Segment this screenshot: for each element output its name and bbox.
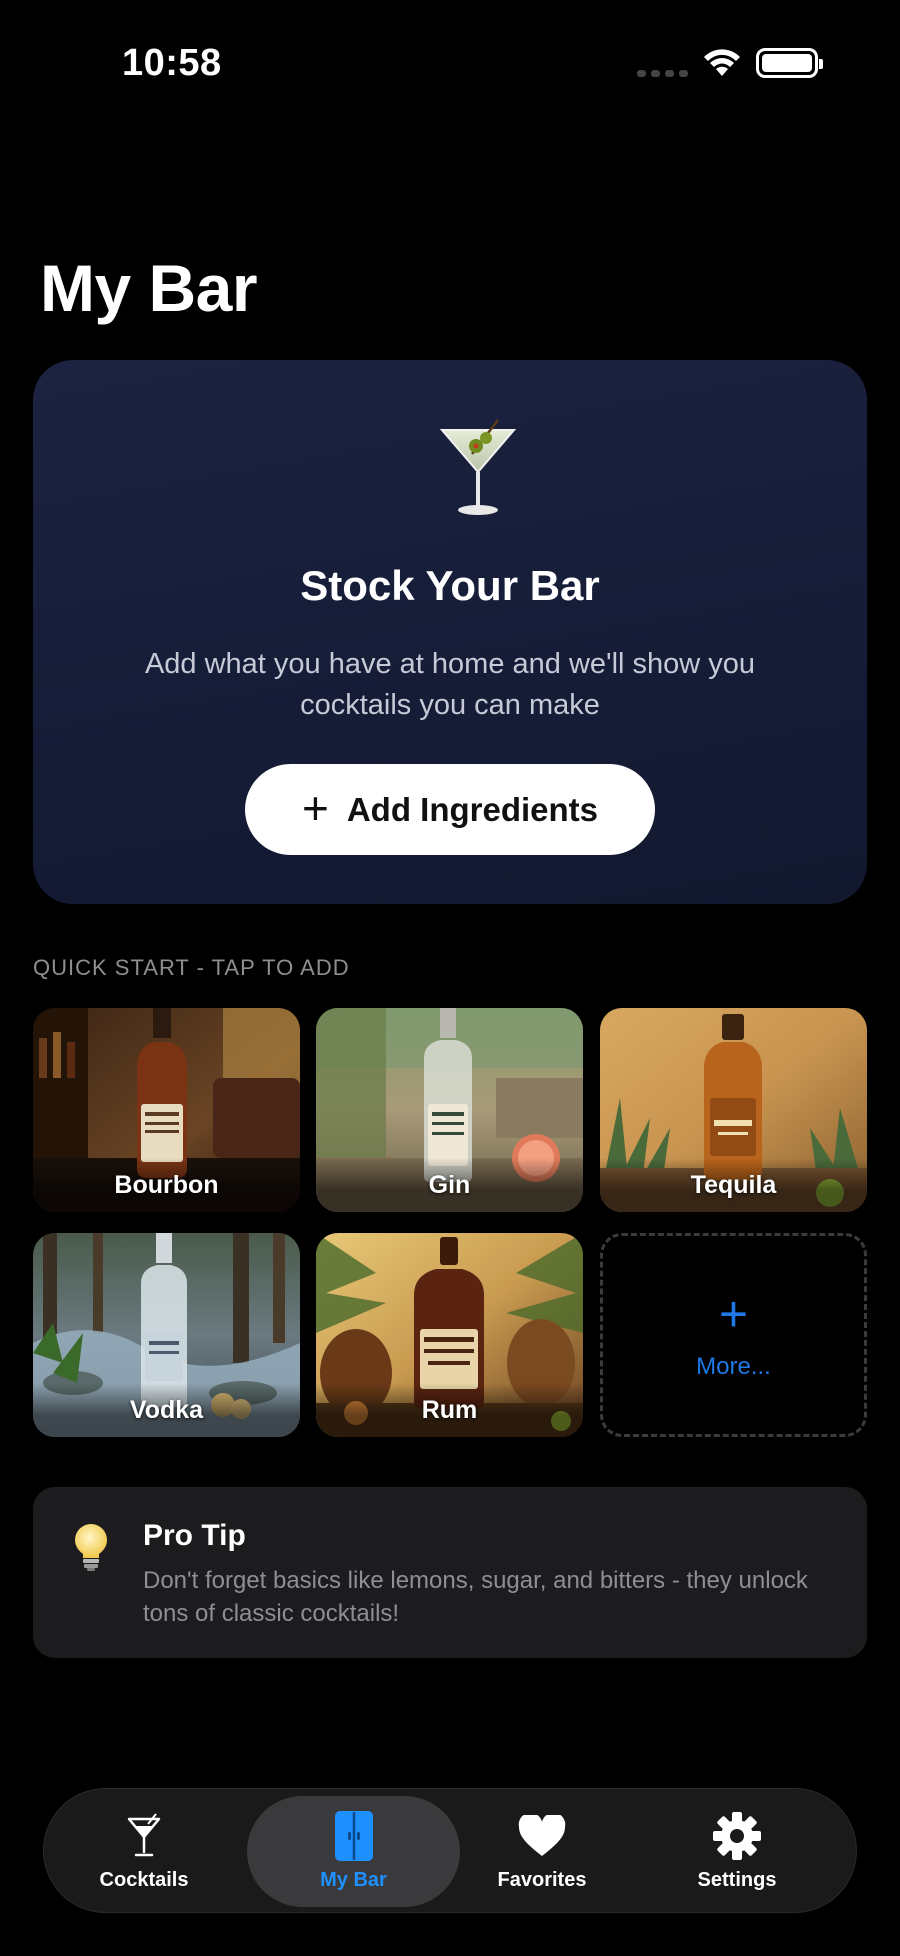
stock-bar-card: Stock Your Bar Add what you have at home… — [33, 360, 867, 904]
tab-favorites[interactable]: Favorites — [452, 1796, 632, 1907]
tile-label: Bourbon — [33, 1158, 300, 1212]
quick-add-bourbon[interactable]: Bourbon — [33, 1008, 300, 1212]
quick-add-gin[interactable]: Gin — [316, 1008, 583, 1212]
tile-label: Gin — [316, 1158, 583, 1212]
status-time: 10:58 — [122, 42, 222, 84]
hero-title: Stock Your Bar — [300, 562, 600, 609]
tab-label: Cocktails — [99, 1869, 189, 1891]
lightbulb-icon — [75, 1524, 107, 1571]
plus-icon: + — [718, 1286, 749, 1342]
status-icons — [637, 48, 823, 78]
heart-icon — [518, 1815, 566, 1856]
quick-add-vodka[interactable]: Vodka — [33, 1233, 300, 1437]
tab-label: My Bar — [320, 1869, 387, 1891]
hero-subtitle: Add what you have at home and we'll show… — [144, 648, 756, 721]
gear-icon — [713, 1812, 761, 1860]
battery-icon — [756, 48, 823, 78]
tip-text: Don't forget basics like lemons, sugar, … — [143, 1567, 808, 1627]
tab-my-bar[interactable]: My Bar — [247, 1796, 460, 1907]
tile-label: Tequila — [600, 1158, 867, 1212]
tile-label: Rum — [316, 1383, 583, 1437]
martini-glass-icon — [439, 419, 517, 515]
tab-bar: Cocktails My Bar Favorites Settings — [43, 1788, 857, 1913]
more-label: More... — [696, 1353, 771, 1380]
page-title: My Bar — [40, 251, 258, 325]
tip-title: Pro Tip — [143, 1519, 246, 1552]
plus-icon: + — [301, 781, 329, 834]
pro-tip-card: Pro Tip Don't forget basics like lemons,… — [33, 1487, 867, 1658]
cellular-signal-icon — [637, 69, 688, 77]
quick-add-tequila[interactable]: Tequila — [600, 1008, 867, 1212]
quick-add-rum[interactable]: Rum — [316, 1233, 583, 1437]
status-bar: 10:58 — [0, 0, 900, 130]
quick-start-label: QUICK START - TAP TO ADD — [33, 955, 350, 980]
cabinet-icon — [334, 1811, 373, 1861]
tab-cocktails[interactable]: Cocktails — [54, 1796, 234, 1907]
add-ingredients-button[interactable]: + Add Ingredients — [245, 764, 655, 855]
wifi-icon — [704, 49, 740, 76]
add-ingredients-label: Add Ingredients — [346, 790, 599, 828]
tile-label: Vodka — [33, 1383, 300, 1437]
martini-glass-icon — [127, 1813, 161, 1857]
quick-add-more[interactable]: + More... — [600, 1233, 867, 1437]
tab-settings[interactable]: Settings — [647, 1796, 827, 1907]
tab-label: Favorites — [497, 1869, 587, 1891]
tab-label: Settings — [697, 1869, 777, 1891]
